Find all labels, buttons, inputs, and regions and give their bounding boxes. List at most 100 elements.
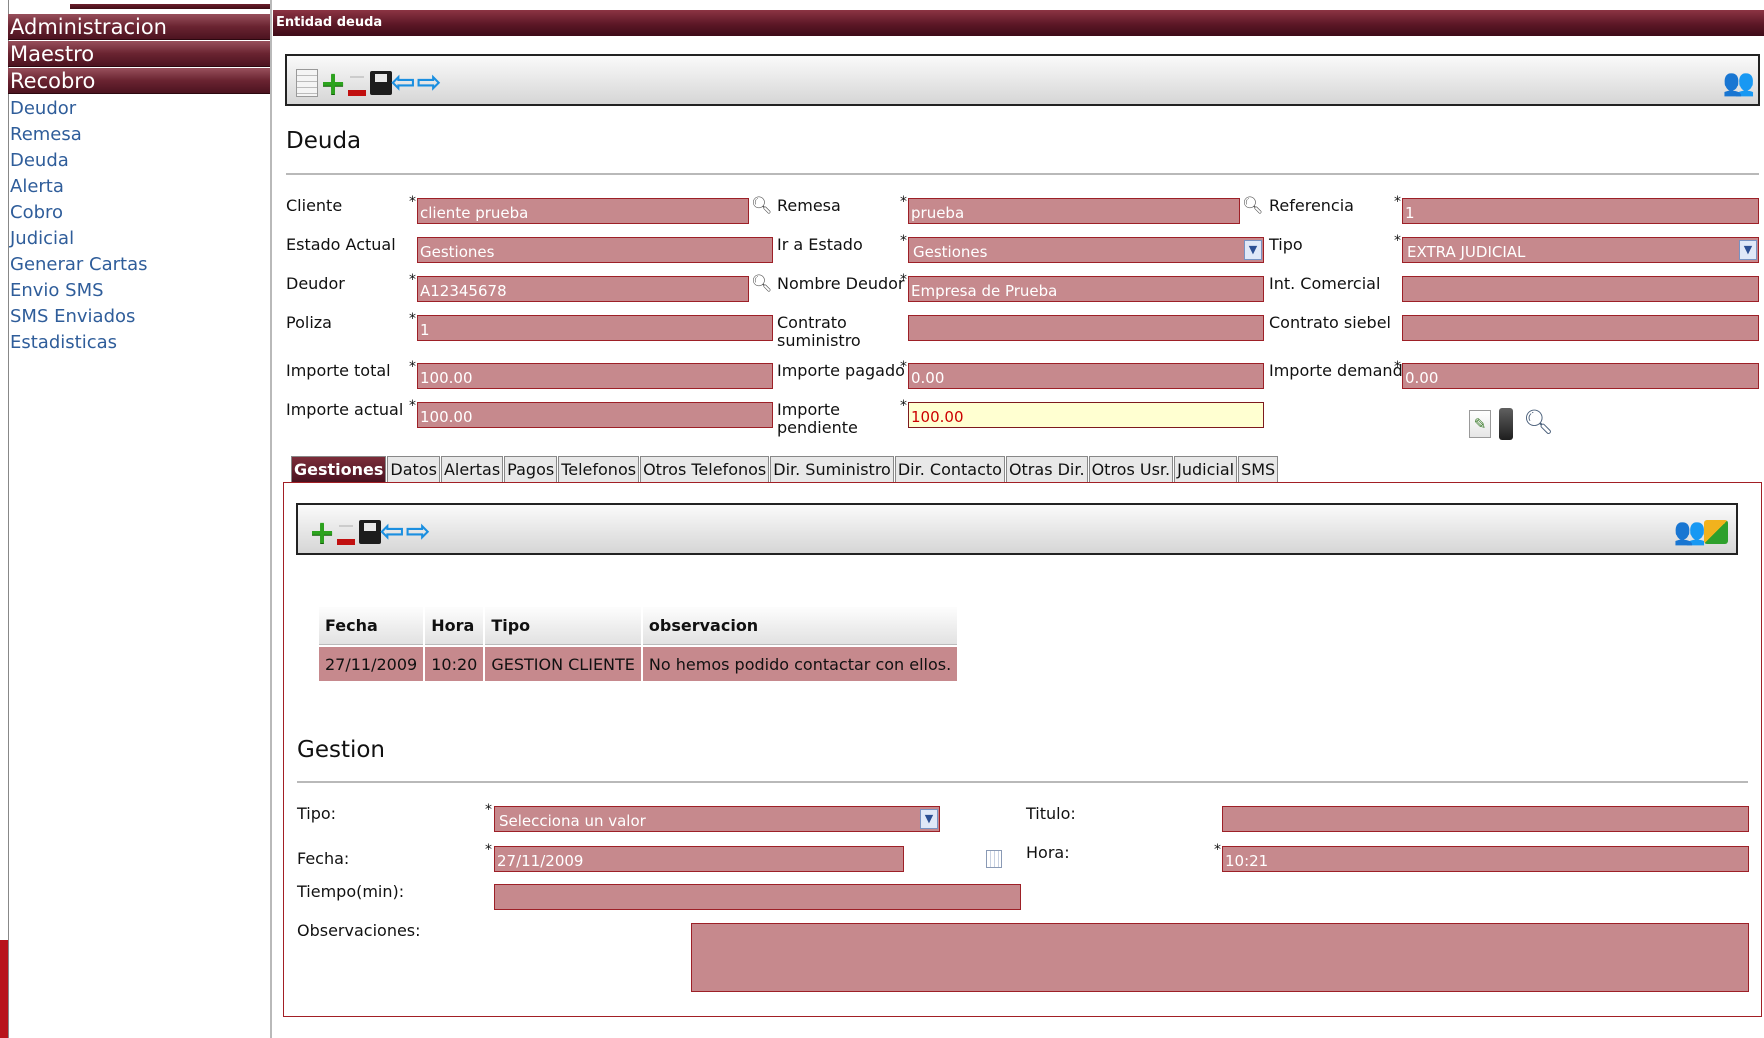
menu-item-remesa[interactable]: Remesa bbox=[10, 122, 148, 148]
label-tipo: Tipo bbox=[1269, 235, 1303, 254]
main-content: Entidad deuda + ⇦ ⇨ 👥 Deuda Cliente * cl… bbox=[273, 0, 1764, 1038]
tab-otros-usr[interactable]: Otros Usr. bbox=[1088, 456, 1174, 482]
export-icon[interactable] bbox=[1704, 517, 1728, 547]
back-arrow-icon[interactable]: ⇦ bbox=[379, 517, 404, 547]
label-tiempo: Tiempo(min): bbox=[297, 882, 405, 901]
tab-otras-dir[interactable]: Otras Dir. bbox=[1005, 456, 1088, 482]
importe-total-field[interactable]: 100.00 bbox=[417, 363, 773, 389]
users-icon[interactable]: 👥 bbox=[1674, 517, 1706, 547]
gestion-tipo-select[interactable]: Selecciona un valor ▼ bbox=[494, 806, 940, 832]
importe-actual-field[interactable]: 100.00 bbox=[417, 402, 773, 428]
menu-item-deuda[interactable]: Deuda bbox=[10, 148, 148, 174]
tab-sms[interactable]: SMS bbox=[1238, 456, 1279, 482]
menu-item-sms-enviados[interactable]: SMS Enviados bbox=[10, 304, 148, 330]
deudor-search-icon[interactable]: 🔍︎ bbox=[751, 274, 773, 296]
contrato-siebel-field[interactable] bbox=[1402, 315, 1759, 341]
table-row[interactable]: 27/11/2009 10:20 GESTION CLIENTE No hemo… bbox=[319, 647, 958, 681]
required-mark: * bbox=[409, 398, 416, 414]
save-icon[interactable] bbox=[358, 517, 382, 547]
contrato-suministro-field[interactable] bbox=[908, 315, 1264, 341]
chevron-down-icon[interactable]: ▼ bbox=[920, 809, 938, 829]
importe-pagado-field[interactable]: 0.00 bbox=[908, 363, 1264, 389]
delete-icon[interactable] bbox=[334, 517, 358, 547]
column-header-observacion[interactable]: observacion bbox=[642, 607, 958, 645]
label-estado-actual: Estado Actual bbox=[286, 235, 396, 254]
delete-icon[interactable] bbox=[345, 68, 369, 98]
menu-item-alerta[interactable]: Alerta bbox=[10, 174, 148, 200]
gestion-tipo-value: Selecciona un valor bbox=[499, 812, 646, 830]
save-icon[interactable] bbox=[369, 68, 393, 98]
section-title-gestion: Gestion bbox=[297, 737, 386, 763]
calendar-icon[interactable] bbox=[986, 850, 1002, 868]
forward-arrow-icon[interactable]: ⇨ bbox=[405, 517, 430, 547]
menu-section-administracion[interactable]: Administracion bbox=[8, 14, 270, 40]
label-importe-total: Importe total bbox=[286, 361, 391, 380]
mobile-phone-icon[interactable] bbox=[1499, 408, 1513, 440]
gestion-fecha-field[interactable]: 27/11/2009 bbox=[494, 846, 904, 872]
menu-item-generar-cartas[interactable]: Generar Cartas bbox=[10, 252, 148, 278]
tab-datos[interactable]: Datos bbox=[387, 456, 440, 482]
add-icon[interactable]: + bbox=[309, 516, 336, 548]
required-mark: * bbox=[1394, 194, 1401, 210]
chevron-down-icon[interactable]: ▼ bbox=[1739, 240, 1757, 260]
nombre-deudor-field[interactable]: Empresa de Prueba bbox=[908, 276, 1264, 302]
users-icon[interactable]: 👥 bbox=[1723, 68, 1755, 98]
cell-fecha: 27/11/2009 bbox=[319, 647, 424, 681]
ir-a-estado-select[interactable]: Gestiones ▼ bbox=[908, 237, 1264, 263]
tab-dir-contacto[interactable]: Dir. Contacto bbox=[894, 456, 1005, 482]
label-gestion-hora: Hora: bbox=[1026, 843, 1070, 862]
required-mark: * bbox=[409, 194, 416, 210]
chevron-down-icon[interactable]: ▼ bbox=[1244, 240, 1262, 260]
deudor-field[interactable]: A12345678 bbox=[417, 276, 749, 302]
menu-item-envio-sms[interactable]: Envio SMS bbox=[10, 278, 148, 304]
main-toolbar: + ⇦ ⇨ 👥 bbox=[285, 54, 1760, 106]
cliente-search-icon[interactable]: 🔍︎ bbox=[751, 196, 773, 218]
tab-bar: Gestiones Datos Alertas Pagos Telefonos … bbox=[291, 456, 1279, 482]
titulo-field[interactable] bbox=[1222, 806, 1749, 832]
forward-arrow-icon[interactable]: ⇨ bbox=[416, 68, 441, 98]
label-referencia: Referencia bbox=[1269, 196, 1354, 215]
estado-actual-field[interactable]: Gestiones bbox=[417, 237, 773, 263]
int-comercial-field[interactable] bbox=[1402, 276, 1759, 302]
tab-judicial[interactable]: Judicial bbox=[1174, 456, 1238, 482]
back-arrow-icon[interactable]: ⇦ bbox=[390, 68, 415, 98]
label-ir-a-estado: Ir a Estado bbox=[777, 235, 863, 254]
sidebar-top-line bbox=[70, 4, 270, 9]
menu-section-recobro[interactable]: Recobro bbox=[8, 68, 270, 94]
importe-demanda-field[interactable]: 0.00 bbox=[1402, 363, 1759, 389]
referencia-field[interactable]: 1 bbox=[1402, 198, 1759, 224]
poliza-field[interactable]: 1 bbox=[417, 315, 773, 341]
tab-pagos[interactable]: Pagos bbox=[504, 456, 558, 482]
search-icon[interactable]: 🔍︎ bbox=[1523, 408, 1553, 440]
cliente-field[interactable]: cliente prueba bbox=[417, 198, 749, 224]
observaciones-textarea[interactable] bbox=[691, 923, 1749, 992]
tab-telefonos[interactable]: Telefonos bbox=[558, 456, 640, 482]
column-header-hora[interactable]: Hora bbox=[425, 607, 484, 645]
required-mark: * bbox=[1214, 842, 1221, 858]
required-mark: * bbox=[485, 802, 492, 818]
tipo-select[interactable]: EXTRA JUDICIAL ▼ bbox=[1402, 237, 1759, 263]
edit-note-icon[interactable]: ✎ bbox=[1469, 410, 1491, 438]
column-header-fecha[interactable]: Fecha bbox=[319, 607, 424, 645]
menu-section-maestro[interactable]: Maestro bbox=[8, 41, 270, 67]
menu-item-deudor[interactable]: Deudor bbox=[10, 96, 148, 122]
menu-item-estadisticas[interactable]: Estadisticas bbox=[10, 330, 148, 356]
tab-gestiones[interactable]: Gestiones bbox=[291, 456, 387, 482]
menu-item-judicial[interactable]: Judicial bbox=[10, 226, 148, 252]
column-header-tipo[interactable]: Tipo bbox=[485, 607, 641, 645]
remesa-search-icon[interactable]: 🔍︎ bbox=[1242, 196, 1264, 218]
tiempo-field[interactable] bbox=[494, 884, 1021, 910]
menu-item-cobro[interactable]: Cobro bbox=[10, 200, 148, 226]
tab-dir-suministro[interactable]: Dir. Suministro bbox=[770, 456, 894, 482]
importe-pendiente-field[interactable]: 100.00 bbox=[908, 402, 1264, 428]
label-titulo: Titulo: bbox=[1026, 804, 1076, 823]
tab-alertas[interactable]: Alertas bbox=[440, 456, 504, 482]
tab-otros-telefonos[interactable]: Otros Telefonos bbox=[640, 456, 770, 482]
ir-a-estado-value: Gestiones bbox=[913, 243, 988, 261]
list-icon[interactable] bbox=[295, 68, 319, 98]
required-mark: * bbox=[900, 194, 907, 210]
remesa-field[interactable]: prueba bbox=[908, 198, 1240, 224]
gestion-hora-field[interactable]: 10:21 bbox=[1222, 846, 1749, 872]
menu-list: Deudor Remesa Deuda Alerta Cobro Judicia… bbox=[10, 96, 148, 356]
add-icon[interactable]: + bbox=[320, 67, 347, 99]
